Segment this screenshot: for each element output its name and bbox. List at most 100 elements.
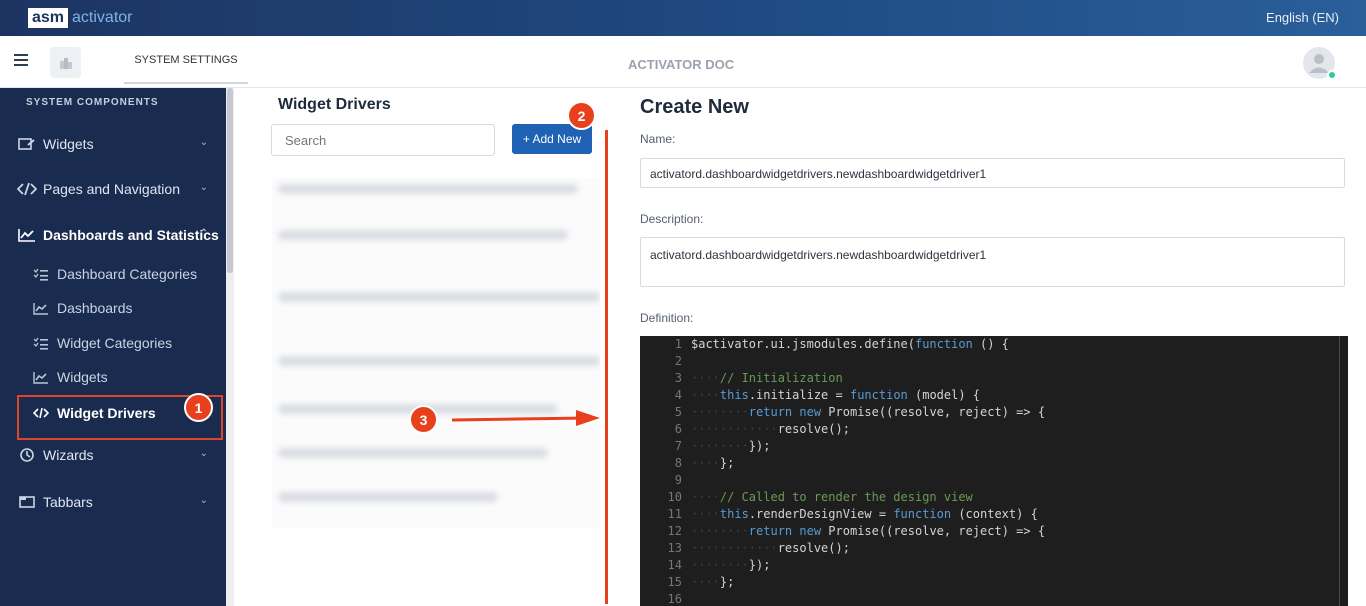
code-line[interactable]: 16 <box>640 591 1348 606</box>
line-number: 8 <box>674 456 682 470</box>
code-text: ············resolve(); <box>691 422 850 436</box>
sidebar-subitem-label: Dashboards <box>57 300 133 316</box>
sidebar-subitem-dashboards[interactable]: Dashboards <box>0 296 226 320</box>
annotation-badge-2: 2 <box>567 101 596 130</box>
page-title: ACTIVATOR DOC <box>628 57 735 72</box>
code-line[interactable]: 14 ········}); <box>640 557 1348 574</box>
chevron-down-icon: ⌄ <box>199 137 208 148</box>
widget-drivers-panel: Widget Drivers + Add New <box>234 88 604 606</box>
code-line[interactable]: 7 ········}); <box>640 438 1348 455</box>
annotation-badge-1: 1 <box>184 393 213 422</box>
scrollbar-thumb[interactable] <box>227 88 233 273</box>
code-text: ········}); <box>691 439 771 453</box>
code-line[interactable]: 10 ····// Called to render the design vie… <box>640 489 1348 506</box>
code-line[interactable]: 5 ········return new Promise((resolve, re… <box>640 404 1348 421</box>
line-number: 3 <box>674 371 682 385</box>
list-item[interactable] <box>278 292 600 302</box>
app-logo-icon[interactable] <box>50 47 81 78</box>
line-number: 16 <box>667 592 682 606</box>
tab-system-settings[interactable]: SYSTEM SETTINGS <box>124 54 248 84</box>
chart-line-icon <box>32 370 50 384</box>
code-text: ····this.renderDesignView = function (co… <box>691 507 1038 521</box>
code-line[interactable]: 6 ············resolve(); <box>640 421 1348 438</box>
description-textarea[interactable]: activatord.dashboardwidgetdrivers.newdas… <box>640 237 1345 287</box>
sidebar-item-widgets[interactable]: Widgets ⌄ <box>0 131 226 157</box>
list-item[interactable] <box>278 492 498 502</box>
list-item[interactable] <box>278 184 578 194</box>
search-input[interactable] <box>271 124 495 156</box>
sidebar-subitem-widgets[interactable]: Widgets <box>0 365 226 389</box>
code-line[interactable]: 2 <box>640 353 1348 370</box>
list-item[interactable] <box>278 356 600 366</box>
code-line[interactable]: 8 ····}; <box>640 455 1348 472</box>
sidebar-item-label: Widgets <box>43 136 94 152</box>
sidebar-item-wizards[interactable]: Wizards ⌄ <box>0 442 226 468</box>
line-number: 13 <box>667 541 682 555</box>
annotation-arrow-icon <box>451 410 600 426</box>
chevron-down-icon: ⌄ <box>199 495 208 506</box>
sidebar-subitem-label: Widget Categories <box>57 335 173 351</box>
create-new-form: Create New Name: activatord.dashboardwid… <box>608 88 1366 606</box>
code-text: ········}); <box>691 558 771 572</box>
language-selector[interactable]: English (EN) <box>1266 10 1339 25</box>
code-line[interactable]: 11 ····this.renderDesignView = function (… <box>640 506 1348 523</box>
code-text: ····this.initialize = function (model) { <box>691 388 981 402</box>
sidebar-subitem-dashboard-categories[interactable]: Dashboard Categories <box>0 262 226 286</box>
list-check-icon <box>32 267 50 281</box>
code-line[interactable]: 1 $activator.ui.jsmodules.define(function… <box>640 336 1348 353</box>
sidebar-item-pages-and-navigation[interactable]: Pages and Navigation ⌄ <box>0 176 226 202</box>
sidebar-item-label: Wizards <box>43 447 94 463</box>
sidebar-item-label: Dashboards and Statistics <box>43 227 219 243</box>
chevron-up-icon: ⌃ <box>199 228 208 239</box>
editor-scrollbar[interactable] <box>1339 336 1340 606</box>
chart-line-icon <box>32 301 50 315</box>
line-number: 4 <box>674 388 682 402</box>
list-check-icon <box>32 336 50 350</box>
brand-asm: asm <box>28 8 69 28</box>
code-line[interactable]: 3 ····// Initialization <box>640 370 1348 387</box>
tabbar-icon <box>17 494 37 510</box>
app-header: SYSTEM SETTINGS ACTIVATOR DOC <box>0 36 1366 88</box>
widgets-icon <box>17 136 37 152</box>
line-number: 9 <box>674 473 682 487</box>
sidebar-subitem-label: Widgets <box>57 369 108 385</box>
definition-code-editor[interactable]: 1 $activator.ui.jsmodules.define(function… <box>640 336 1348 606</box>
line-number: 10 <box>667 490 682 504</box>
sidebar: SYSTEM COMPONENTS Widgets ⌄ Pages and Na… <box>0 88 226 606</box>
line-number: 12 <box>667 524 682 538</box>
name-input[interactable]: activatord.dashboardwidgetdrivers.newdas… <box>640 158 1345 188</box>
name-label: Name: <box>640 132 676 146</box>
brand-logo[interactable]: asm activator <box>28 7 133 29</box>
top-brand-bar: asm activator English (EN) <box>0 0 1366 36</box>
code-line[interactable]: 15 ····}; <box>640 574 1348 591</box>
code-text: ····// Called to render the design view <box>691 490 973 504</box>
brand-activator: activator <box>72 9 133 26</box>
line-number: 2 <box>674 354 682 368</box>
sidebar-subitem-label: Dashboard Categories <box>57 266 198 282</box>
sidebar-item-label: Tabbars <box>43 494 93 510</box>
code-text: ············resolve(); <box>691 541 850 555</box>
sidebar-subitem-widget-categories[interactable]: Widget Categories <box>0 331 226 355</box>
code-line[interactable]: 4 ····this.initialize = function (model) … <box>640 387 1348 404</box>
list-item[interactable] <box>278 230 568 240</box>
line-number: 7 <box>674 439 682 453</box>
code-text: ····}; <box>691 456 735 470</box>
code-text: ········return new Promise((resolve, rej… <box>691 405 1046 419</box>
code-line[interactable]: 9 <box>640 472 1348 489</box>
code-line[interactable]: 12 ········return new Promise((resolve, r… <box>640 523 1348 540</box>
avatar[interactable] <box>1303 47 1337 80</box>
annotation-badge-3: 3 <box>409 405 438 434</box>
line-number: 6 <box>674 422 682 436</box>
sidebar-item-tabbars[interactable]: Tabbars ⌄ <box>0 489 226 515</box>
list-item[interactable] <box>278 448 548 458</box>
chevron-down-icon: ⌄ <box>199 448 208 459</box>
form-title: Create New <box>640 96 749 118</box>
code-line[interactable]: 13 ············resolve(); <box>640 540 1348 557</box>
chart-line-icon <box>17 227 37 243</box>
sidebar-item-dashboards-and-statistics[interactable]: Dashboards and Statistics ⌃ <box>0 222 226 248</box>
code-text: ····}; <box>691 575 735 589</box>
blurred-list <box>272 178 600 528</box>
description-label: Description: <box>640 212 704 226</box>
menu-icon[interactable] <box>14 54 28 66</box>
sidebar-scrollbar[interactable] <box>226 88 234 606</box>
